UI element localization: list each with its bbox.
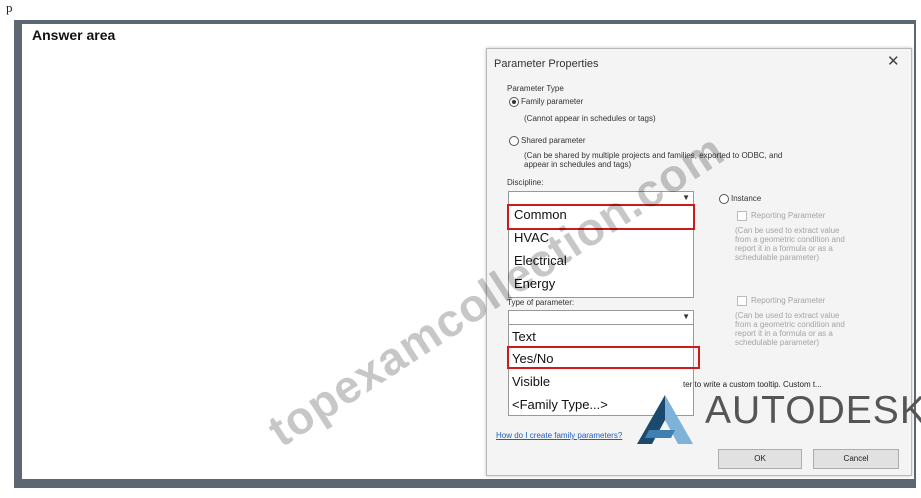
discipline-option-hvac[interactable]: HVAC — [514, 230, 549, 245]
shared-parameter-note: appear in schedules and tags) — [524, 160, 632, 169]
type-highlight-box — [507, 346, 700, 369]
chevron-down-icon: ▼ — [682, 193, 690, 202]
tooltip-text: ter to write a custom tooltip. Custom t.… — [683, 380, 822, 389]
family-parameter-note: (Cannot appear in schedules or tags) — [524, 114, 656, 123]
reporting-parameter-checkbox[interactable] — [737, 296, 747, 306]
type-option-family-type[interactable]: <Family Type...> — [512, 397, 608, 412]
answer-area-title: Answer area — [32, 27, 116, 43]
shared-parameter-radio[interactable] — [509, 136, 519, 146]
chevron-down-icon: ▼ — [682, 312, 690, 321]
reporting-parameter-checkbox[interactable] — [737, 211, 747, 221]
family-parameter-label: Family parameter — [521, 97, 584, 106]
discipline-option-energy[interactable]: Energy — [514, 276, 555, 291]
discipline-label: Discipline: — [507, 178, 544, 187]
reporting-note: schedulable parameter) — [735, 253, 820, 262]
parameter-type-label: Parameter Type — [507, 84, 564, 93]
help-link[interactable]: How do I create family parameters? — [496, 431, 622, 440]
discipline-highlight-box — [507, 204, 695, 230]
discipline-option-electrical[interactable]: Electrical — [514, 253, 567, 268]
type-option-text[interactable]: Text — [512, 329, 536, 344]
cancel-button[interactable]: Cancel — [813, 449, 899, 469]
family-parameter-radio[interactable] — [509, 97, 519, 107]
ok-button[interactable]: OK — [718, 449, 802, 469]
instance-label: Instance — [731, 194, 762, 203]
autodesk-wordmark: AUTODESK — [705, 389, 921, 432]
reporting-parameter-label: Reporting Parameter — [751, 211, 826, 220]
type-option-visible[interactable]: Visible — [512, 374, 550, 389]
shared-parameter-label: Shared parameter — [521, 136, 586, 145]
reporting-note: schedulable parameter) — [735, 338, 820, 347]
type-of-parameter-label: Type of parameter: — [507, 298, 575, 307]
close-icon[interactable]: ✕ — [887, 52, 900, 70]
type-of-parameter-select[interactable]: ▼ — [508, 310, 694, 325]
dialog-title: Parameter Properties — [494, 58, 599, 70]
top-text: p — [6, 0, 13, 15]
autodesk-logo-icon — [637, 395, 693, 444]
reporting-parameter-label: Reporting Parameter — [751, 296, 826, 305]
instance-radio[interactable] — [719, 194, 729, 204]
